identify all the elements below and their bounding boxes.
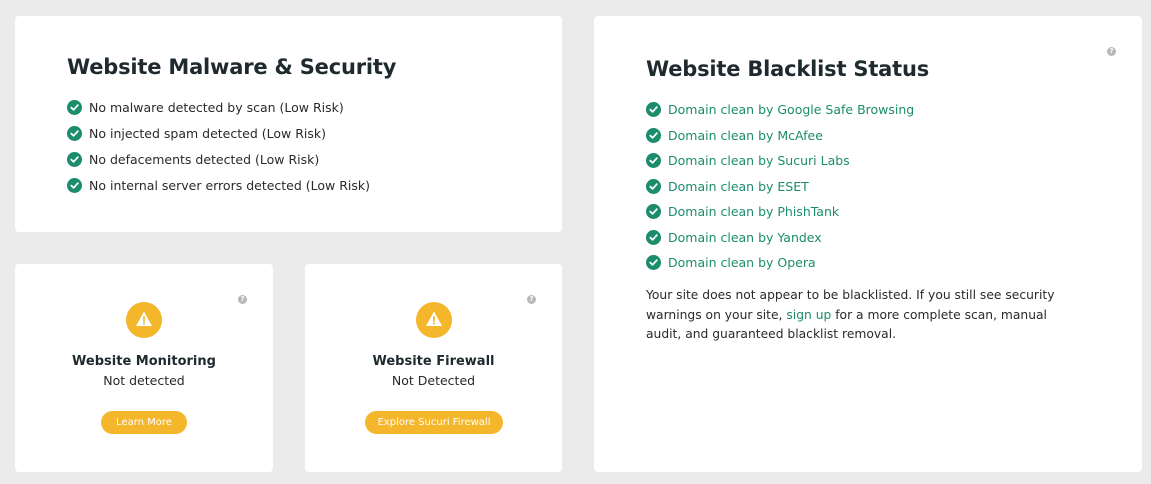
check-circle-icon — [646, 102, 661, 118]
list-item[interactable]: Domain clean by ESET — [646, 174, 914, 200]
check-circle-icon — [67, 177, 82, 193]
check-circle-icon — [646, 178, 661, 194]
list-item[interactable]: Domain clean by Yandex — [646, 225, 914, 251]
explore-firewall-button[interactable]: Explore Sucuri Firewall — [365, 411, 503, 434]
question-icon[interactable]: ? — [238, 295, 247, 304]
monitoring-status: Not detected — [103, 373, 185, 388]
blacklist-item-link[interactable]: Domain clean by McAfee — [668, 128, 823, 143]
malware-security-title: Website Malware & Security — [67, 55, 397, 79]
blacklist-item-link[interactable]: Domain clean by ESET — [668, 179, 809, 194]
blacklist-item-link[interactable]: Domain clean by PhishTank — [668, 204, 839, 219]
blacklist-status-card: ? Website Blacklist Status Domain clean … — [594, 16, 1142, 472]
check-circle-icon — [646, 255, 661, 271]
check-circle-icon — [646, 229, 661, 245]
firewall-status: Not Detected — [391, 373, 476, 388]
list-item[interactable]: Domain clean by McAfee — [646, 123, 914, 149]
list-item[interactable]: Domain clean by Opera — [646, 250, 914, 276]
list-item[interactable]: Domain clean by Sucuri Labs — [646, 148, 914, 174]
blacklist-check-list: Domain clean by Google Safe Browsing Dom… — [646, 97, 914, 276]
blacklist-item-link[interactable]: Domain clean by Opera — [668, 255, 816, 270]
blacklist-item-link[interactable]: Domain clean by Sucuri Labs — [668, 153, 850, 168]
check-circle-icon — [646, 127, 661, 143]
list-item: No injected spam detected (Low Risk) — [67, 121, 370, 147]
monitoring-card: ? Website Monitoring Not detected Learn … — [15, 264, 273, 472]
malware-check-list: No malware detected by scan (Low Risk) N… — [67, 95, 370, 198]
learn-more-button[interactable]: Learn More — [101, 411, 187, 434]
firewall-card: ? Website Firewall Not Detected Explore … — [305, 264, 562, 472]
blacklist-item-link[interactable]: Domain clean by Yandex — [668, 230, 822, 245]
check-item-label: No internal server errors detected (Low … — [89, 177, 371, 193]
list-item[interactable]: Domain clean by PhishTank — [646, 199, 914, 225]
check-circle-icon — [67, 100, 82, 116]
firewall-title: Website Firewall — [372, 354, 495, 369]
warning-icon — [416, 302, 452, 338]
sign-up-link[interactable]: sign up — [786, 308, 831, 322]
check-item-label: No malware detected by scan (Low Risk) — [89, 100, 344, 116]
question-icon[interactable]: ? — [527, 295, 536, 304]
blacklist-status-title: Website Blacklist Status — [646, 57, 930, 81]
blacklist-item-link[interactable]: Domain clean by Google Safe Browsing — [668, 102, 914, 117]
list-item: No internal server errors detected (Low … — [67, 172, 370, 198]
check-item-label: No defacements detected (Low Risk) — [89, 151, 320, 167]
check-item-label: No injected spam detected (Low Risk) — [89, 126, 326, 142]
blacklist-note: Your site does not appear to be blacklis… — [646, 286, 1086, 345]
warning-icon — [126, 302, 162, 338]
list-item: No malware detected by scan (Low Risk) — [67, 95, 370, 121]
check-circle-icon — [646, 153, 661, 169]
check-circle-icon — [67, 126, 82, 142]
list-item: No defacements detected (Low Risk) — [67, 147, 370, 173]
check-circle-icon — [646, 204, 661, 220]
question-icon[interactable]: ? — [1107, 47, 1116, 56]
monitoring-title: Website Monitoring — [72, 354, 216, 369]
malware-security-card: Website Malware & Security No malware de… — [15, 16, 562, 232]
check-circle-icon — [67, 151, 82, 167]
list-item[interactable]: Domain clean by Google Safe Browsing — [646, 97, 914, 123]
